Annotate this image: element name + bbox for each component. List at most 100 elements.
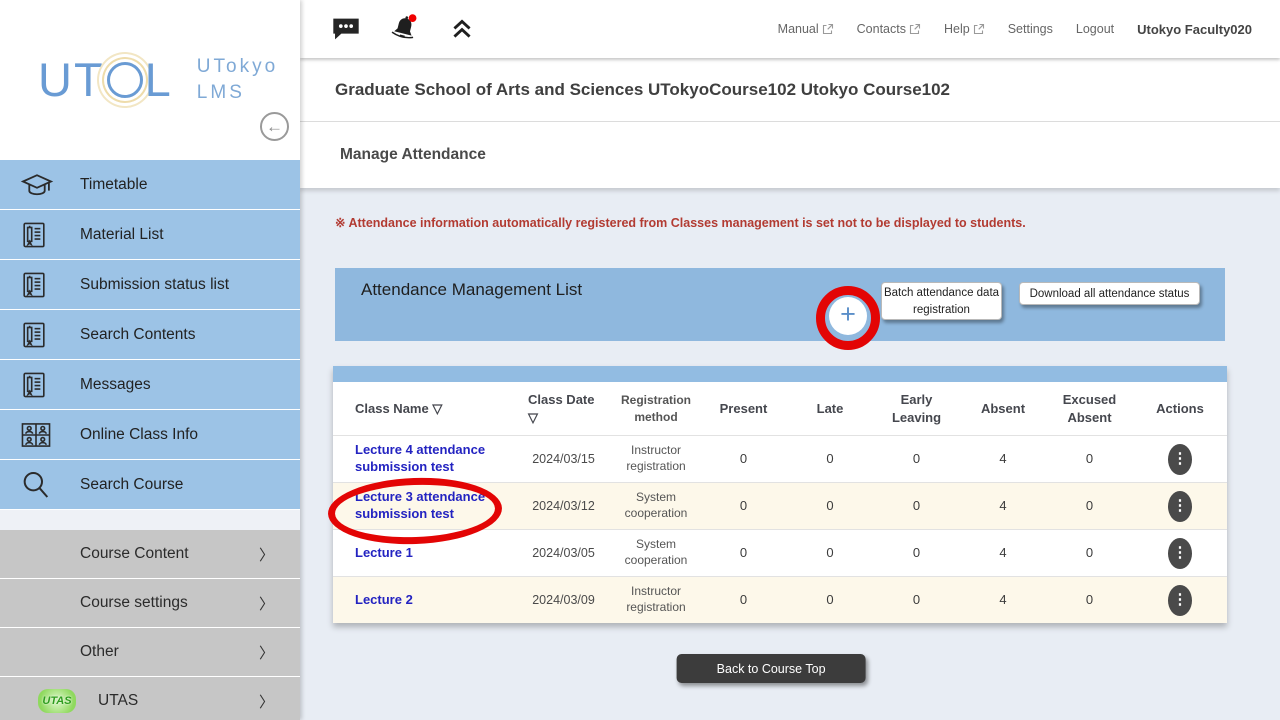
sidebar-item-submission-status-list[interactable]: Submission status list — [0, 260, 300, 309]
logout-link[interactable]: Logout — [1076, 22, 1114, 36]
class-date-cell: 2024/03/09 — [515, 592, 612, 608]
attendance-table: Class Name ▽Class Date ▽Registration met… — [333, 366, 1227, 623]
column-header: Absent — [960, 400, 1046, 418]
section-title-bar: Manage Attendance — [300, 122, 1280, 188]
logo-o-ring-icon — [107, 62, 143, 98]
clipboard-icon — [20, 320, 58, 350]
collapse-header-icon[interactable] — [446, 12, 478, 46]
attendance-notice: ※ Attendance information automatically r… — [335, 215, 1026, 230]
class-name-link[interactable]: Lecture 2 — [355, 592, 413, 608]
help-link[interactable]: Help — [944, 22, 985, 36]
class-name-link[interactable]: Lecture 1 — [355, 545, 413, 561]
row-actions-menu-button[interactable]: ⋮ — [1168, 444, 1192, 475]
row-actions-menu-button[interactable]: ⋮ — [1168, 585, 1192, 616]
class-name-cell: Lecture 1 — [333, 545, 515, 562]
registration-method-cell: System cooperation — [612, 537, 700, 568]
sidebar-item-search-contents[interactable]: Search Contents — [0, 310, 300, 359]
sidebar-item-messages[interactable]: Messages — [0, 360, 300, 409]
actions-cell: ⋮ — [1133, 538, 1227, 569]
class-name-link[interactable]: Lecture 4 attendance submission test — [355, 442, 509, 475]
sidebar-item-label: UTAS — [98, 692, 138, 710]
column-header[interactable]: Class Name ▽ — [333, 400, 515, 418]
sidebar-collapse-button[interactable]: ← — [260, 112, 289, 141]
download-all-attendance-button[interactable]: Download all attendance status — [1019, 282, 1200, 305]
late-cell: 0 — [787, 451, 873, 468]
utol-logo: UT L UTokyo LMS — [38, 52, 278, 107]
magnifier-icon — [20, 470, 58, 500]
sidebar-item-label: Timetable — [80, 176, 147, 194]
sidebar-item-label: Search Contents — [80, 326, 195, 344]
row-actions-menu-button[interactable]: ⋮ — [1168, 538, 1192, 569]
settings-link[interactable]: Settings — [1008, 22, 1053, 36]
graduation-cap-icon — [20, 170, 58, 200]
table-row: Lecture 12024/03/05System cooperation000… — [333, 529, 1227, 576]
sidebar-item-search-course[interactable]: Search Course — [0, 460, 300, 509]
present-cell: 0 — [700, 451, 787, 468]
top-bar: Manual Contacts Help Settings Logout Uto… — [300, 0, 1280, 58]
actions-cell: ⋮ — [1133, 491, 1227, 522]
app-window: UT L UTokyo LMS ← Timetable — [0, 0, 1280, 720]
chat-icon[interactable] — [330, 12, 362, 46]
sidebar-item-other[interactable]: Other 〉 — [0, 628, 300, 676]
table-header-row: Class Name ▽Class Date ▽Registration met… — [333, 382, 1227, 435]
absent-cell: 4 — [960, 451, 1046, 468]
class-date-cell: 2024/03/12 — [515, 498, 612, 514]
column-header: Actions — [1133, 400, 1227, 418]
late-cell: 0 — [787, 592, 873, 609]
table-top-strip — [333, 366, 1227, 382]
panel-title: Attendance Management List — [361, 280, 582, 300]
sidebar-item-course-content[interactable]: Course Content 〉 — [0, 530, 300, 578]
excused-absent-cell: 0 — [1046, 451, 1133, 468]
class-name-link[interactable]: Lecture 3 attendance submission test — [355, 489, 509, 522]
logo-brand-left: UT — [38, 52, 105, 107]
chevron-right-icon: 〉 — [259, 593, 274, 614]
column-header: Early Leaving — [873, 391, 960, 426]
late-cell: 0 — [787, 545, 873, 562]
back-to-course-top-button[interactable]: Back to Course Top — [677, 654, 866, 683]
column-header: Excused Absent — [1046, 391, 1133, 426]
utas-logo-icon: UTAS — [38, 689, 76, 713]
class-date-cell: 2024/03/15 — [515, 451, 612, 467]
excused-absent-cell: 0 — [1046, 545, 1133, 562]
logo-brand-right: L — [145, 52, 173, 107]
class-name-cell: Lecture 3 attendance submission test — [333, 489, 515, 522]
sidebar-item-course-settings[interactable]: Course settings 〉 — [0, 579, 300, 627]
class-name-cell: Lecture 2 — [333, 592, 515, 609]
sidebar-item-label: Material List — [80, 226, 164, 244]
add-attendance-button[interactable]: + — [829, 297, 867, 335]
sidebar-item-timetable[interactable]: Timetable — [0, 160, 300, 209]
early-leaving-cell: 0 — [873, 451, 960, 468]
contacts-link[interactable]: Contacts — [857, 22, 921, 36]
early-leaving-cell: 0 — [873, 498, 960, 515]
main-area: Manual Contacts Help Settings Logout Uto… — [300, 0, 1280, 720]
sidebar-item-label: Messages — [80, 376, 151, 394]
sidebar-item-utas[interactable]: UTAS UTAS 〉 — [0, 677, 300, 720]
attendance-panel-header: Attendance Management List + Batch atten… — [335, 268, 1225, 341]
present-cell: 0 — [700, 545, 787, 562]
external-link-icon — [909, 23, 921, 35]
content-area: ※ Attendance information automatically r… — [300, 188, 1280, 720]
registration-method-cell: Instructor registration — [612, 584, 700, 615]
sidebar-item-label: Course settings — [80, 594, 188, 612]
course-title: Graduate School of Arts and Sciences UTo… — [335, 80, 950, 100]
user-name: Utokyo Faculty020 — [1137, 22, 1252, 37]
sidebar-item-label: Other — [80, 643, 119, 661]
registration-method-cell: Instructor registration — [612, 443, 700, 474]
notifications-bell-icon[interactable] — [388, 12, 420, 46]
logo-subtitle-line2: LMS — [197, 80, 278, 106]
column-header[interactable]: Class Date ▽ — [515, 391, 612, 426]
chevron-right-icon: 〉 — [259, 642, 274, 663]
chevron-right-icon: 〉 — [259, 544, 274, 565]
excused-absent-cell: 0 — [1046, 592, 1133, 609]
batch-attendance-registration-button[interactable]: Batch attendance data registration — [881, 282, 1002, 320]
logo-subtitle-line1: UTokyo — [197, 54, 278, 80]
people-grid-icon — [20, 420, 58, 450]
manual-link[interactable]: Manual — [778, 22, 834, 36]
sidebar-item-label: Course Content — [80, 545, 189, 563]
row-actions-menu-button[interactable]: ⋮ — [1168, 491, 1192, 522]
course-title-bar: Graduate School of Arts and Sciences UTo… — [300, 58, 1280, 122]
table-row: Lecture 3 attendance submission test 2024… — [333, 482, 1227, 529]
sidebar-item-online-class-info[interactable]: Online Class Info — [0, 410, 300, 459]
chevron-right-icon: 〉 — [259, 691, 274, 712]
sidebar-item-material-list[interactable]: Material List — [0, 210, 300, 259]
